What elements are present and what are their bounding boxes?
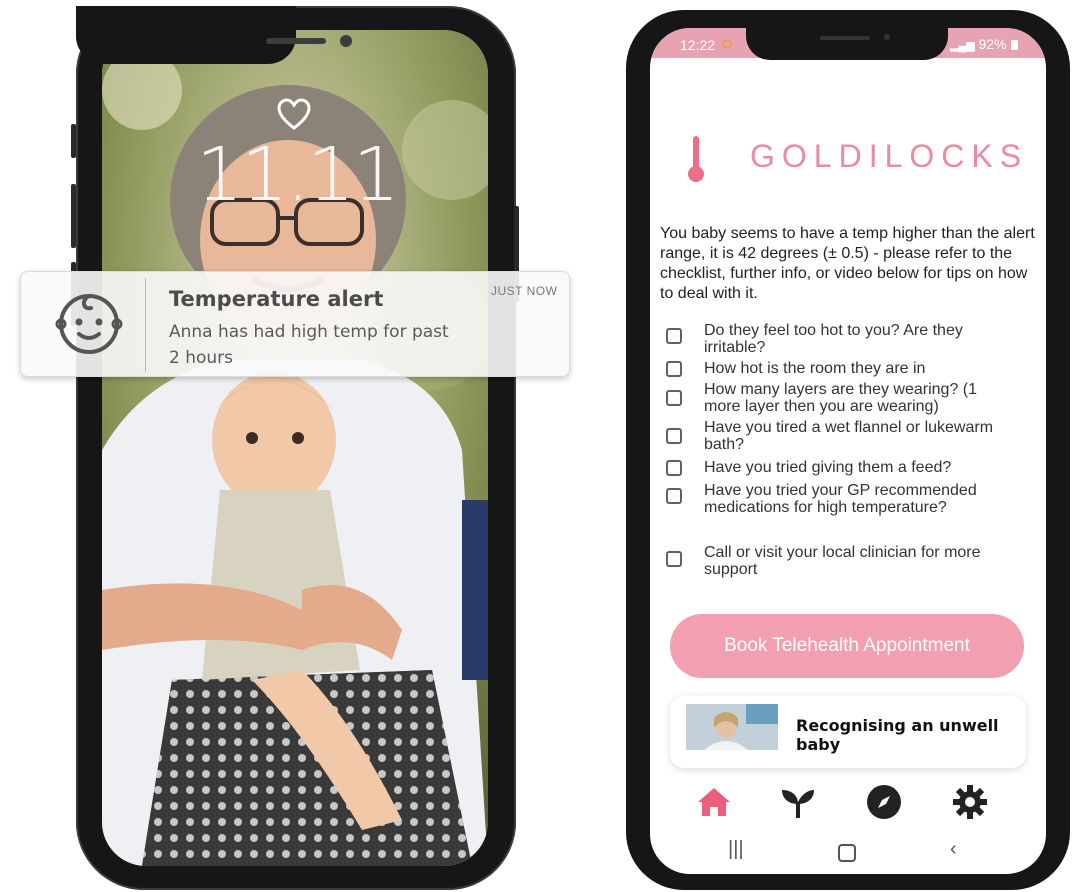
temperature-message: You baby seems to have a temp higher tha… — [660, 225, 1035, 302]
checkbox[interactable] — [666, 328, 682, 344]
lock-screen-time: 11.11 — [196, 132, 400, 218]
brand-logo: GOLDILOCKS — [750, 138, 1029, 174]
book-telehealth-button[interactable]: Book Telehealth Appointment — [670, 614, 1024, 678]
notification-body: Anna has had high temp for past 2 hours — [169, 322, 449, 368]
lock-screen: 11.11 — [102, 30, 488, 866]
system-navigation: ||| ‹ — [650, 834, 1046, 874]
gear-icon[interactable] — [950, 782, 990, 822]
notification-divider — [145, 278, 146, 372]
checkbox[interactable] — [666, 460, 682, 476]
notification-dot-icon — [722, 39, 732, 49]
status-battery: ▂▄▆ 92% — [950, 36, 1018, 52]
checkbox[interactable] — [666, 361, 682, 377]
app-screen: 12:22 ▂▄▆ 92% GOLDILOCKS You baby seems … — [650, 28, 1046, 874]
battery-icon — [1010, 40, 1018, 50]
checkbox[interactable] — [666, 428, 682, 444]
battery-percent: 92% — [978, 36, 1007, 52]
checkbox[interactable] — [666, 488, 682, 504]
front-camera-notch — [76, 6, 352, 64]
sprout-icon[interactable] — [778, 782, 818, 822]
checklist-item-label: Have you tired a wet flannel or lukewarm… — [704, 419, 994, 453]
video-thumbnail — [686, 704, 778, 750]
thermometer-icon — [688, 136, 704, 182]
home-button-icon[interactable] — [838, 844, 856, 862]
video-title: Recognising an unwell baby — [796, 716, 999, 754]
checklist-item-label: How hot is the room they are in — [704, 360, 926, 377]
checklist-item-label: Call or visit your local clinician for m… — [704, 544, 981, 578]
compass-icon[interactable] — [864, 782, 904, 822]
status-time: 12:22 — [680, 37, 716, 53]
signal-icon: ▂▄▆ — [950, 40, 975, 52]
recent-apps-icon[interactable]: ||| — [728, 838, 744, 861]
checklist-item-label: How many layers are they wearing? (1 mor… — [704, 381, 978, 415]
heart-icon — [277, 98, 311, 130]
checklist-item-label: Do they feel too hot to you? Are they ir… — [704, 322, 963, 356]
temperature-alert-notification[interactable]: Temperature alert JUST NOW Anna has had … — [20, 271, 570, 377]
checklist-item-label: Have you tried giving them a feed? — [704, 459, 952, 476]
baby-face-icon — [55, 294, 123, 354]
video-card[interactable]: Recognising an unwell baby — [670, 696, 1026, 768]
notification-title: Temperature alert — [169, 287, 384, 311]
front-camera-notch — [746, 20, 948, 60]
notification-time-label: JUST NOW — [491, 284, 558, 298]
checkbox[interactable] — [666, 551, 682, 567]
checkbox[interactable] — [666, 390, 682, 406]
home-icon[interactable] — [694, 782, 734, 822]
bottom-navigation — [650, 774, 1046, 824]
back-icon[interactable]: ‹ — [950, 838, 957, 861]
checklist-item-label: Have you tried your GP recommended medic… — [704, 482, 977, 516]
